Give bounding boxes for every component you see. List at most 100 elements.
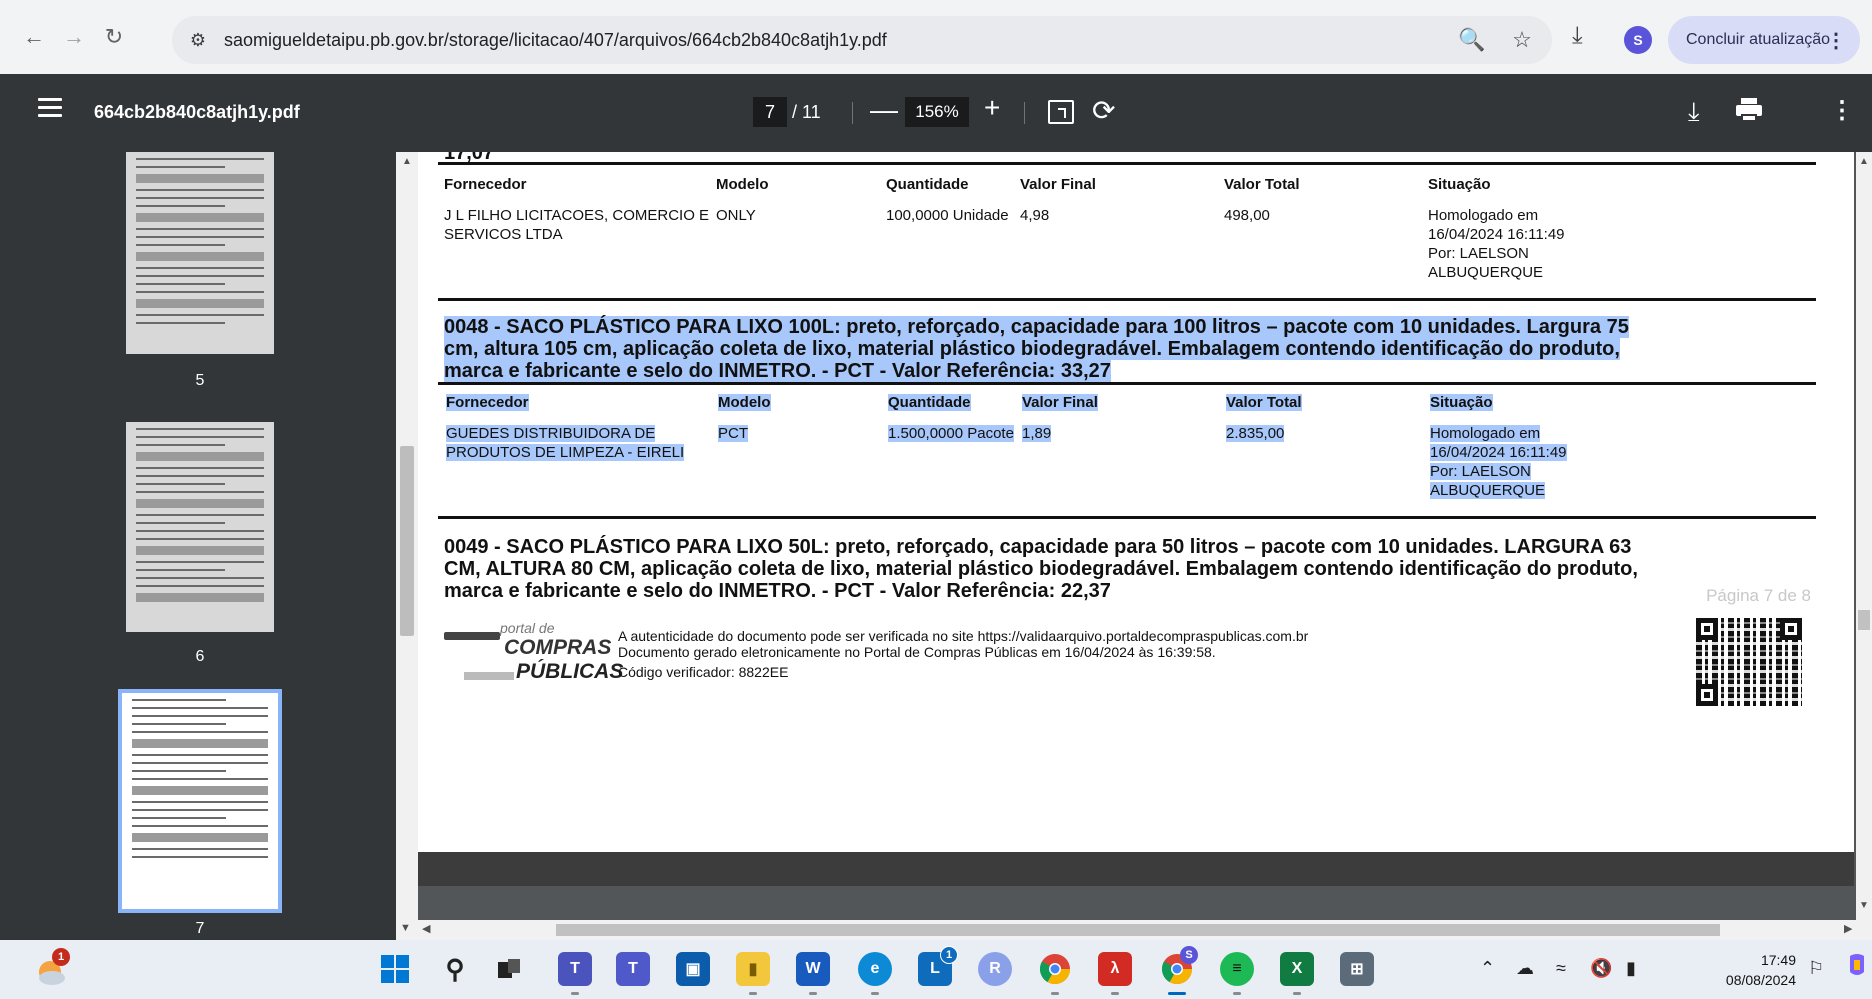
weather-widget-icon[interactable]: 1	[30, 948, 70, 990]
teams-badge: 1	[940, 946, 958, 964]
thumbnail-label-7: 7	[195, 920, 205, 937]
table2-situacao-line4: ALBUQUERQUE	[1430, 482, 1546, 499]
lync-icon[interactable]: L 1	[918, 946, 958, 986]
app-running-indicator	[1293, 992, 1301, 995]
word-icon[interactable]: W	[796, 952, 830, 986]
table2-valor-final: 1,89	[1022, 425, 1052, 442]
zoom-level-input[interactable]: 156%	[905, 97, 969, 127]
table2-header-situacao: Situação	[1430, 394, 1493, 411]
item-48-line1: 0048 - SACO PLÁSTICO PARA LIXO 100L: pre…	[444, 316, 1629, 338]
page-number-input[interactable]: 7	[753, 97, 787, 127]
notification-icon[interactable]: ⚐	[1808, 958, 1824, 979]
more-icon[interactable]: ⋮	[1826, 28, 1846, 53]
calculator-icon[interactable]: ⊞	[1340, 952, 1374, 986]
app-running-indicator	[1111, 992, 1119, 995]
table-rule	[438, 162, 1816, 165]
excel-icon[interactable]: X	[1280, 952, 1314, 986]
address-bar[interactable]: ⚙ saomigueldetaipu.pb.gov.br/storage/lic…	[172, 16, 1552, 64]
table2-situacao-line1: Homologado em	[1430, 425, 1541, 442]
table2-situacao-line3: Por: LAELSON	[1430, 463, 1531, 480]
zoom-in-icon[interactable]: +	[984, 92, 1000, 124]
spotify-icon[interactable]: ≡	[1220, 952, 1254, 986]
table1-fornecedor-line2: SERVICOS LTDA	[444, 226, 563, 243]
edge-icon[interactable]: e	[858, 952, 892, 986]
back-arrow-icon[interactable]: ←	[14, 17, 54, 57]
table1-header-quantidade: Quantidade	[886, 176, 969, 193]
table2-quantidade: 1.500,0000 Pacote	[888, 425, 1014, 442]
forward-arrow-icon[interactable]: →	[54, 17, 94, 57]
toolbar-divider	[1024, 102, 1025, 124]
pdf-download-icon[interactable]: ⤓	[1688, 96, 1700, 128]
onedrive-icon[interactable]: ☁	[1516, 958, 1534, 979]
fit-page-icon[interactable]	[1048, 100, 1074, 124]
r-app-icon[interactable]: R	[978, 952, 1012, 986]
document-scrollbar[interactable]: ▲ ▼	[1856, 152, 1872, 940]
thumbnail-sidebar: 5 6 7	[0, 152, 396, 940]
rotate-icon[interactable]: ⟳	[1092, 94, 1115, 127]
horizontal-scroll-thumb[interactable]	[556, 924, 1720, 936]
app-running-indicator	[1051, 992, 1059, 995]
download-icon[interactable]: ⤓	[1572, 22, 1583, 50]
volume-muted-icon[interactable]: 🔇	[1590, 958, 1612, 979]
teams-icon[interactable]: T	[558, 952, 592, 986]
thumbnail-label-5: 5	[195, 372, 205, 389]
site-info-icon[interactable]: ⚙	[180, 22, 216, 58]
thumbnail-label-6: 6	[195, 648, 205, 665]
item-48-description[interactable]: 0048 - SACO PLÁSTICO PARA LIXO 100L: pre…	[444, 316, 1834, 382]
profile-avatar[interactable]: S	[1624, 26, 1652, 54]
update-button[interactable]: Concluir atualização ⋮	[1668, 16, 1860, 64]
scroll-up-arrow-icon[interactable]: ▲	[402, 156, 412, 167]
file-explorer-icon[interactable]: ▮	[736, 952, 770, 986]
document-scroll-thumb[interactable]	[1858, 610, 1870, 630]
pdf-more-icon[interactable]: ⋮	[1830, 96, 1854, 125]
sidebar-scrollbar[interactable]: ▲ ▼	[396, 152, 418, 940]
thumbnail-page-5[interactable]	[126, 152, 274, 354]
footer-code-line: Código verificador: 8822EE	[618, 664, 789, 680]
scroll-up-arrow-icon[interactable]: ▲	[1859, 156, 1869, 167]
task-view-icon[interactable]	[492, 952, 526, 986]
pdf-toolbar: 664cb2b840c8atjh1y.pdf 7 / 11 — 156% + ⟳…	[0, 74, 1872, 152]
acrobat-icon[interactable]: λ	[1098, 952, 1132, 986]
weather-badge: 1	[52, 948, 70, 966]
table1-situacao-line1: Homologado em	[1428, 207, 1539, 224]
pdf-viewer[interactable]: ▲ ▼ 17,07 Fornecedor Modelo Quantidade V…	[396, 152, 1872, 940]
chrome-profile-icon[interactable]: S	[1160, 946, 1198, 986]
item-48-line2: cm, altura 105 cm, aplicação coleta de l…	[444, 338, 1620, 360]
start-icon[interactable]	[378, 952, 412, 986]
clock-time[interactable]: 17:49	[1726, 952, 1796, 968]
chevron-up-icon[interactable]: ⌃	[1480, 958, 1495, 979]
copilot-icon[interactable]	[1846, 952, 1868, 983]
menu-icon[interactable]	[38, 98, 62, 122]
zoom-out-icon[interactable]: —	[870, 94, 898, 126]
clock-date[interactable]: 08/08/2024	[1706, 972, 1796, 988]
battery-icon[interactable]: ▮	[1626, 958, 1636, 979]
chrome-profile-badge: S	[1180, 946, 1198, 964]
star-icon[interactable]: ☆	[1506, 22, 1538, 58]
wifi-icon[interactable]: ≈	[1556, 958, 1566, 979]
table-rule	[438, 516, 1816, 519]
teams-classic-icon[interactable]: T	[616, 952, 650, 986]
thumbnail-page-6[interactable]	[126, 422, 274, 632]
scroll-right-arrow-icon[interactable]: ▶	[1844, 922, 1852, 935]
app-running-indicator	[571, 992, 579, 995]
store-icon[interactable]: ▣	[676, 952, 710, 986]
sidebar-scroll-thumb[interactable]	[400, 446, 414, 636]
scroll-down-arrow-icon[interactable]: ▼	[1859, 900, 1869, 911]
scroll-left-arrow-icon[interactable]: ◀	[422, 922, 430, 935]
print-icon[interactable]	[1736, 98, 1762, 122]
reload-icon[interactable]: ↻	[94, 17, 134, 57]
scroll-down-arrow-icon[interactable]: ▼	[400, 922, 411, 934]
table2-header-valor-total: Valor Total	[1226, 394, 1302, 411]
chrome-icon[interactable]	[1038, 952, 1072, 986]
thumbnail-page-7[interactable]	[122, 693, 278, 909]
table1-header-valor-total: Valor Total	[1224, 176, 1300, 193]
table2-situacao-line2: 16/04/2024 16:11:49	[1430, 444, 1567, 461]
url-text[interactable]: saomigueldetaipu.pb.gov.br/storage/licit…	[224, 30, 887, 51]
horizontal-scrollbar[interactable]: ▼ ◀ ▶	[396, 920, 1872, 940]
zoom-icon[interactable]: 🔍	[1456, 22, 1488, 58]
app-running-indicator	[809, 992, 817, 995]
search-icon[interactable]: ⚲	[438, 952, 472, 986]
logo-compras-text: COMPRAS	[504, 636, 612, 659]
table1-valor-total: 498,00	[1224, 207, 1270, 224]
browser-toolbar: ← → ↻ ⚙ saomigueldetaipu.pb.gov.br/stora…	[0, 0, 1872, 74]
